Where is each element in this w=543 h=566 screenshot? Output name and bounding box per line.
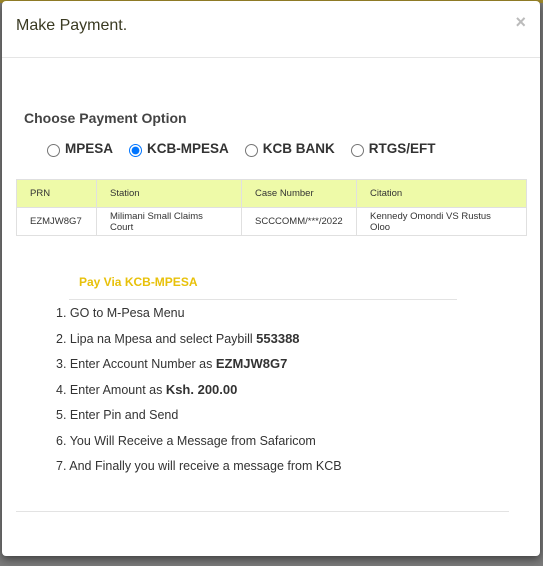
cell-station: Milimani Small Claims Court — [96, 207, 242, 236]
modal-title: Make Payment. — [16, 17, 128, 34]
col-citation: Citation — [356, 179, 527, 208]
paybill-number: 553388 — [256, 330, 300, 346]
table-row: EZMJW8G7 Milimani Small Claims Court SCC… — [16, 207, 527, 236]
pay-via-heading: Pay Via KCB-MPESA — [79, 275, 198, 289]
option-kcb-bank[interactable]: KCB BANK — [244, 140, 335, 157]
option-label: MPESA — [65, 141, 114, 156]
option-mpesa[interactable]: MPESA — [46, 140, 113, 157]
payment-options: MPESA KCB-MPESA KCB BANK RTGS/EFT — [46, 140, 451, 157]
cell-citation: Kennedy Omondi VS Rustus Oloo — [356, 207, 527, 236]
radio-kcb-bank[interactable] — [244, 144, 258, 157]
option-label: KCB-MPESA — [147, 141, 229, 156]
col-case-number: Case Number — [241, 179, 357, 208]
modal-footer-divider — [16, 511, 509, 512]
step-item: 1. GO to M-Pesa Menu — [56, 306, 185, 320]
step-item: 5. Enter Pin and Send — [56, 408, 179, 422]
step-item: 6. You Will Receive a Message from Safar… — [56, 433, 316, 448]
col-prn: PRN — [16, 179, 97, 208]
choose-payment-label: Choose Payment Option — [24, 110, 187, 126]
option-label: KCB BANK — [262, 141, 335, 156]
make-payment-modal: Make Payment. × Choose Payment Option MP… — [2, 1, 540, 556]
instruction-steps: 1. GO to M-Pesa Menu 2. Lipa na Mpesa an… — [56, 306, 342, 485]
step-item: 3. Enter Account Number as EZMJW8G7 — [56, 356, 288, 372]
account-number: EZMJW8G7 — [215, 356, 288, 371]
cell-prn: EZMJW8G7 — [16, 207, 97, 236]
radio-kcb-mpesa[interactable] — [129, 144, 143, 157]
radio-mpesa[interactable] — [47, 144, 60, 157]
step-item: 4. Enter Amount as Ksh. 200.00 — [56, 381, 238, 397]
modal-header: Make Payment. × — [2, 1, 540, 58]
divider — [69, 299, 457, 300]
table-header-row: PRN Station Case Number Citation — [16, 179, 527, 208]
payment-details-table: PRN Station Case Number Citation EZMJW8G… — [16, 179, 527, 236]
option-kcb-mpesa[interactable]: KCB-MPESA — [128, 140, 229, 157]
cell-case-number: SCCCOMM/***/2022 — [241, 207, 357, 236]
col-station: Station — [96, 179, 242, 208]
option-rtgs-eft[interactable]: RTGS/EFT — [350, 140, 436, 157]
option-label: RTGS/EFT — [368, 141, 436, 156]
close-icon[interactable]: × — [515, 12, 526, 33]
step-item: 2. Lipa na Mpesa and select Paybill 5533… — [56, 330, 300, 346]
amount: Ksh. 200.00 — [165, 381, 238, 397]
radio-rtgs-eft[interactable] — [350, 144, 364, 157]
step-item: 7. And Finally you will receive a messag… — [56, 459, 342, 473]
